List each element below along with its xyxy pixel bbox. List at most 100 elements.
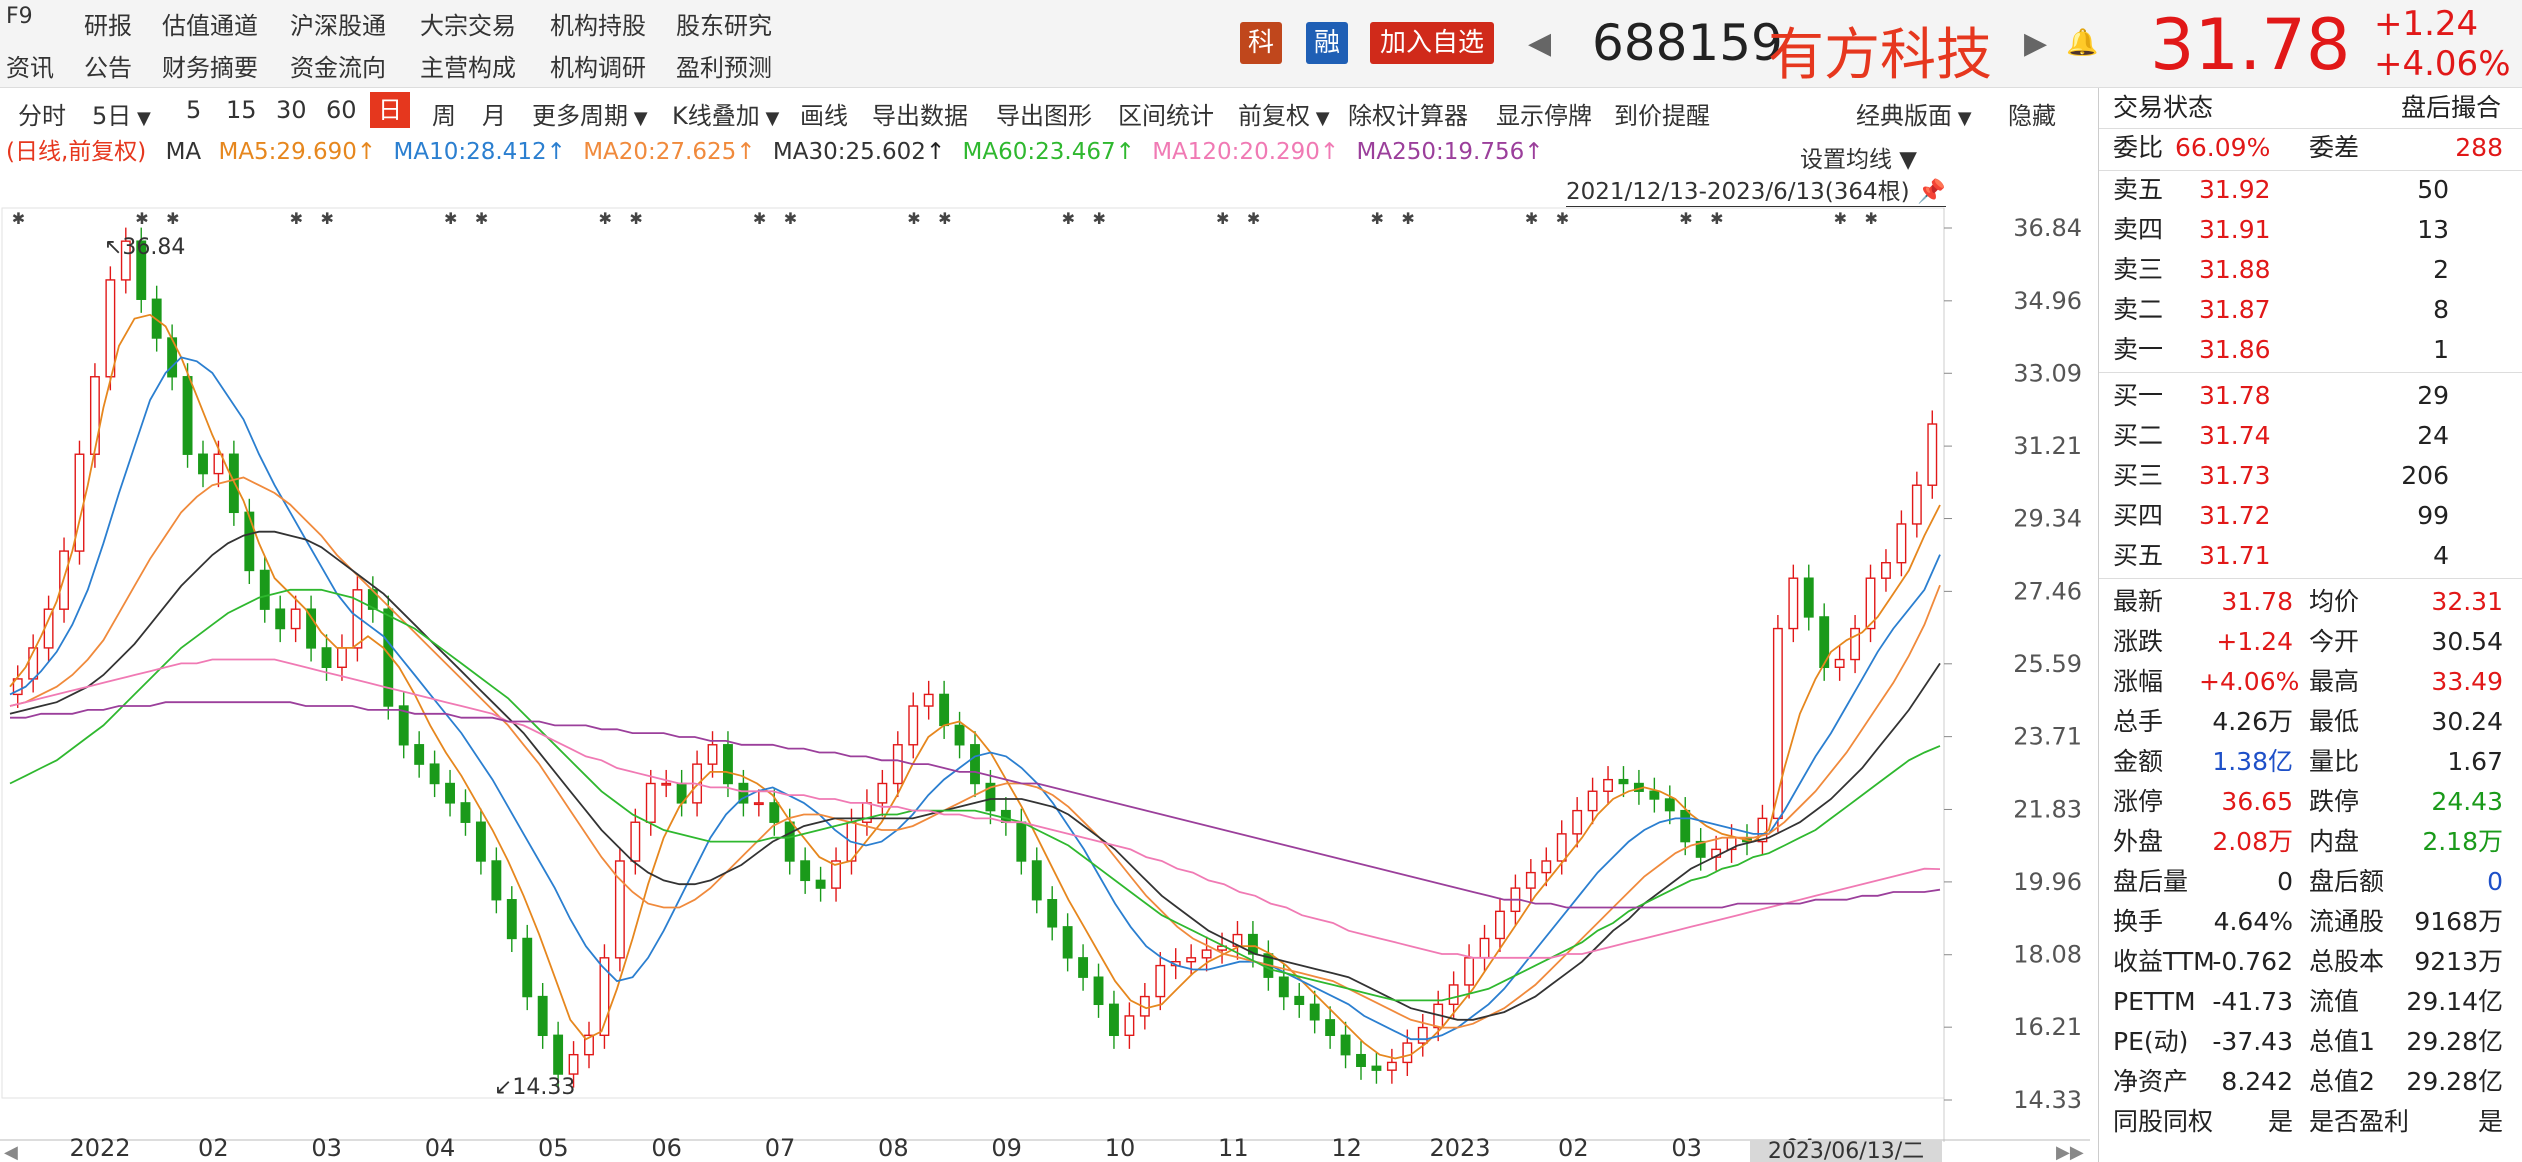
candle-body bbox=[1927, 423, 1938, 486]
nav2-5[interactable]: 机构调研 bbox=[550, 48, 646, 83]
dropdown-icon: ▼ bbox=[131, 108, 151, 129]
x-tick-label: 03 bbox=[311, 1134, 342, 1162]
toolbar-item-2[interactable]: 5 bbox=[186, 96, 201, 124]
toolbar-item-6[interactable]: 日 bbox=[370, 92, 410, 128]
toolbar-item-11[interactable]: 画线 bbox=[800, 96, 848, 131]
toolbar-item-9[interactable]: 更多周期 ▼ bbox=[532, 96, 648, 131]
nav2-1[interactable]: 公告 bbox=[84, 48, 132, 83]
bid-price-4[interactable]: 31.71 bbox=[2199, 536, 2271, 576]
event-marker[interactable]: ✱ bbox=[321, 209, 334, 228]
nav2-3[interactable]: 资金流向 bbox=[290, 48, 386, 83]
event-marker[interactable]: ✱ bbox=[907, 209, 920, 228]
toolbar-item-3[interactable]: 15 bbox=[226, 96, 257, 124]
event-marker[interactable]: ✱ bbox=[1401, 209, 1414, 228]
candle-body bbox=[908, 705, 919, 746]
bid-price-1[interactable]: 31.74 bbox=[2199, 416, 2271, 456]
candle-body bbox=[553, 1034, 564, 1075]
kline-chart[interactable]: 36.84 34.96 33.09 31.21 29.34 27.46 25.59 23.71… bbox=[0, 132, 2090, 1162]
event-marker[interactable]: ✱ bbox=[938, 209, 951, 228]
event-marker[interactable]: ✱ bbox=[1247, 209, 1260, 228]
bid-price-0[interactable]: 31.78 bbox=[2199, 376, 2271, 416]
event-marker[interactable]: ✱ bbox=[1216, 209, 1229, 228]
nav-0[interactable]: 研报 bbox=[84, 6, 132, 41]
ask-price-0[interactable]: 31.92 bbox=[2199, 170, 2271, 210]
toolbar-item-8[interactable]: 月 bbox=[482, 96, 506, 131]
scroll-right-icon[interactable]: ▶▶ bbox=[2056, 1142, 2084, 1162]
stat-value-b-1: 30.54 bbox=[2431, 627, 2503, 656]
bid-price-2[interactable]: 31.73 bbox=[2199, 456, 2271, 496]
toolbar-item-7[interactable]: 周 bbox=[432, 96, 456, 131]
bid-price-3[interactable]: 31.72 bbox=[2199, 496, 2271, 536]
toolbar-item-17[interactable]: 显示停牌 bbox=[1496, 96, 1592, 131]
add-watchlist-button[interactable]: 加入自选 bbox=[1370, 22, 1495, 64]
stat-label-b-10: 流值 bbox=[2309, 987, 2360, 1016]
ask-price-3[interactable]: 31.87 bbox=[2199, 290, 2271, 330]
nav-2[interactable]: 沪深股通 bbox=[290, 6, 386, 41]
toolbar-item-13[interactable]: 导出图形 bbox=[996, 96, 1092, 131]
toolbar-item-16[interactable]: 除权计算器 bbox=[1348, 96, 1468, 131]
event-marker[interactable]: ✱ bbox=[629, 209, 642, 228]
period-toolbar: 分时 5日 ▼ 5 15 30 60 日周月更多周期 ▼ K线叠加 ▼ 画线 导出数据 导出图形 区间… bbox=[0, 90, 2090, 130]
event-marker[interactable]: ✱ bbox=[1556, 209, 1569, 228]
toolbar-item-18[interactable]: 到价提醒 bbox=[1614, 96, 1710, 131]
x-tick-label: 10 bbox=[1105, 1134, 1136, 1162]
after-hours-tab[interactable]: 盘后撮合 bbox=[2401, 88, 2501, 128]
nav2-6[interactable]: 盈利预测 bbox=[676, 48, 772, 83]
event-marker[interactable]: ✱ bbox=[166, 209, 179, 228]
toolbar-item-14[interactable]: 区间统计 bbox=[1118, 96, 1214, 131]
toolbar-item-5[interactable]: 60 bbox=[326, 96, 357, 124]
event-marker[interactable]: ✱ bbox=[475, 209, 488, 228]
event-marker[interactable]: ✱ bbox=[1525, 209, 1538, 228]
nav-4[interactable]: 机构持股 bbox=[550, 6, 646, 41]
ask-price-2[interactable]: 31.88 bbox=[2199, 250, 2271, 290]
event-marker[interactable]: ✱ bbox=[290, 209, 303, 228]
toolbar-item-4[interactable]: 30 bbox=[276, 96, 307, 124]
prev-stock-icon[interactable]: ◀ bbox=[1528, 26, 1551, 61]
stat-value-a-6: 2.08万 bbox=[2212, 827, 2293, 856]
ask-price-4[interactable]: 31.86 bbox=[2199, 330, 2271, 370]
event-marker[interactable]: ✱ bbox=[1865, 209, 1878, 228]
toolbar-item-12[interactable]: 导出数据 bbox=[872, 96, 968, 131]
f9-label[interactable]: F9 bbox=[6, 4, 33, 29]
event-marker[interactable]: ✱ bbox=[12, 209, 25, 228]
candle-body bbox=[1340, 1034, 1351, 1056]
stock-code: 688159 bbox=[1592, 14, 1783, 72]
y-tick-label: 21.83 bbox=[2013, 795, 2082, 823]
bell-icon[interactable]: 🔔 bbox=[2066, 28, 2098, 58]
event-marker[interactable]: ✱ bbox=[1679, 209, 1692, 228]
toolbar-item-15[interactable]: 前复权 ▼ bbox=[1238, 96, 1330, 131]
event-marker[interactable]: ✱ bbox=[1710, 209, 1723, 228]
y-tick-label: 27.46 bbox=[2013, 577, 2082, 605]
toolbar-item-10[interactable]: K线叠加 ▼ bbox=[672, 96, 779, 131]
nav2-2[interactable]: 财务摘要 bbox=[162, 48, 258, 83]
event-marker[interactable]: ✱ bbox=[753, 209, 766, 228]
candle-body bbox=[1155, 964, 1166, 998]
nav-3[interactable]: 大宗交易 bbox=[420, 6, 516, 41]
scroll-left-icon[interactable]: ◀ bbox=[4, 1142, 18, 1162]
event-marker[interactable]: ✱ bbox=[135, 209, 148, 228]
nav-5[interactable]: 股东研究 bbox=[676, 6, 772, 41]
event-marker[interactable]: ✱ bbox=[444, 209, 457, 228]
bid-label-3: 买四 bbox=[2113, 501, 2164, 530]
ask-vol-3: 8 bbox=[2433, 295, 2449, 324]
nav2-0[interactable]: 资讯 bbox=[6, 48, 54, 83]
toolbar-item-1[interactable]: 5日 ▼ bbox=[92, 96, 151, 131]
event-marker[interactable]: ✱ bbox=[784, 209, 797, 228]
ask-label-2: 卖三 bbox=[2113, 255, 2164, 284]
event-marker[interactable]: ✱ bbox=[1370, 209, 1383, 228]
event-marker[interactable]: ✱ bbox=[1834, 209, 1847, 228]
ask-price-1[interactable]: 31.91 bbox=[2199, 210, 2271, 250]
y-tick-label: 14.33 bbox=[2013, 1086, 2082, 1114]
toolbar-item-0[interactable]: 分时 bbox=[18, 96, 66, 131]
nav-1[interactable]: 估值通道 bbox=[162, 6, 258, 41]
candle-body bbox=[877, 782, 888, 804]
toolbar-item-19[interactable]: 经典版面 ▼ bbox=[1856, 96, 1972, 131]
event-marker[interactable]: ✱ bbox=[1062, 209, 1075, 228]
nav2-4[interactable]: 主营构成 bbox=[420, 48, 516, 83]
next-stock-icon[interactable]: ▶ bbox=[2024, 26, 2047, 61]
candle-body bbox=[800, 860, 811, 882]
x-tick-label: 06 bbox=[651, 1134, 682, 1162]
event-marker[interactable]: ✱ bbox=[1093, 209, 1106, 228]
event-marker[interactable]: ✱ bbox=[598, 209, 611, 228]
toolbar-item-20[interactable]: 隐藏 bbox=[2008, 96, 2056, 131]
